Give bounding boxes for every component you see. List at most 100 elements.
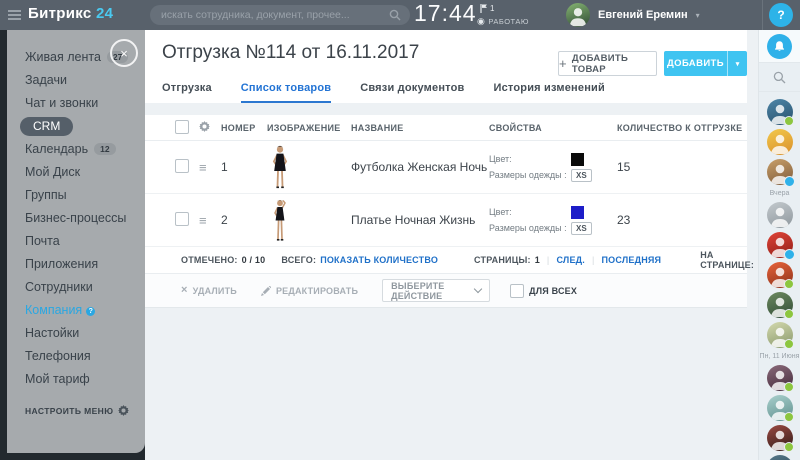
online-status-dot bbox=[783, 309, 794, 319]
bell-icon bbox=[775, 40, 784, 51]
chat-avatar[interactable] bbox=[766, 292, 794, 319]
last-page-link[interactable]: ПОСЛЕДНЯЯ bbox=[602, 255, 662, 265]
product-name[interactable]: Платье Ночная Жизнь bbox=[351, 213, 489, 227]
show-count-link[interactable]: ПОКАЗАТЬ КОЛИЧЕСТВО bbox=[320, 255, 438, 265]
grid-settings-gear-icon[interactable] bbox=[199, 121, 210, 132]
chat-avatar[interactable] bbox=[766, 425, 794, 452]
rail-search-button[interactable] bbox=[759, 63, 800, 92]
for-all-checkbox-group[interactable]: ДЛЯ ВСЕХ bbox=[510, 283, 577, 298]
select-all-checkbox[interactable] bbox=[175, 119, 189, 134]
sidebar-item-employees[interactable]: Сотрудники bbox=[7, 276, 145, 299]
column-header-properties[interactable]: СВОЙСТВА bbox=[489, 123, 617, 133]
sidebar-item-settings[interactable]: Настойки bbox=[7, 322, 145, 345]
table-row[interactable]: ≡ 2 Платье Ночная Жизнь Цвет: Размеры од… bbox=[145, 194, 747, 247]
size-badge: XS bbox=[571, 221, 592, 235]
right-rail: Вчера Пн, 11 Июня bbox=[758, 30, 800, 460]
action-select[interactable]: ВЫБЕРИТЕ ДЕЙСТВИЕ bbox=[382, 279, 491, 302]
sidebar-item-my-drive[interactable]: Мой Диск bbox=[7, 161, 145, 184]
add-product-button[interactable]: + ДОБАВИТЬ ТОВАР bbox=[558, 51, 657, 76]
sidebar-item-mail[interactable]: Почта bbox=[7, 230, 145, 253]
sidebar-backdrop: × Живая лента 27 Задачи Чат и звонки CRM … bbox=[0, 30, 145, 460]
sidebar-item-my-plan[interactable]: Мой тариф bbox=[7, 368, 145, 391]
menu-hamburger-icon[interactable] bbox=[8, 10, 21, 20]
size-label: Размеры одежды : bbox=[489, 223, 567, 233]
tab-product-list[interactable]: Список товаров bbox=[240, 82, 332, 103]
sidebar-item-crm[interactable]: CRM bbox=[7, 115, 145, 138]
user-profile[interactable]: Евгений Еремин ▾ bbox=[566, 0, 700, 30]
add-button-dropdown[interactable]: ▾ bbox=[727, 51, 747, 76]
table-row[interactable]: ≡ 1 Футболка Женская Ночь Цвет: Размеры … bbox=[145, 141, 747, 194]
column-header-number[interactable]: НОМЕР bbox=[221, 123, 267, 133]
chat-avatar[interactable] bbox=[766, 455, 793, 460]
next-page-link[interactable]: СЛЕД. bbox=[556, 255, 585, 265]
flag-count: 1 bbox=[490, 4, 495, 13]
pencil-icon bbox=[260, 285, 271, 296]
delete-icon: × bbox=[181, 284, 188, 296]
chat-avatar[interactable] bbox=[766, 322, 794, 349]
chat-avatar[interactable] bbox=[766, 159, 795, 187]
sidebar-item-tasks[interactable]: Задачи bbox=[7, 69, 145, 92]
work-status[interactable]: ◉ РАБОТАЮ bbox=[477, 17, 529, 27]
online-status-dot bbox=[783, 116, 794, 126]
plus-icon: + bbox=[559, 56, 567, 71]
topbar-divider bbox=[762, 0, 763, 30]
page-title: Отгрузка №114 от 16.11.2017 bbox=[162, 42, 420, 63]
color-label: Цвет: bbox=[489, 207, 512, 217]
row-checkbox[interactable] bbox=[175, 211, 189, 226]
chat-avatar[interactable] bbox=[766, 232, 795, 260]
sidebar-item-groups[interactable]: Группы bbox=[7, 184, 145, 207]
delete-button[interactable]: × УДАЛИТЬ bbox=[181, 285, 237, 296]
help-button[interactable]: ? bbox=[769, 3, 793, 27]
sidebar-item-chat[interactable]: Чат и звонки bbox=[7, 92, 145, 115]
chat-avatar[interactable] bbox=[766, 262, 794, 289]
chat-avatar[interactable] bbox=[766, 99, 794, 126]
add-split-button[interactable]: ДОБАВИТЬ ▾ bbox=[664, 51, 747, 76]
configure-menu-button[interactable]: НАСТРОИТЬ МЕНЮ bbox=[7, 405, 145, 416]
tab-shipment[interactable]: Отгрузка bbox=[162, 82, 212, 103]
user-name: Евгений Еремин bbox=[598, 9, 688, 21]
sidebar-close-button[interactable]: × bbox=[110, 39, 138, 67]
current-page: 1 bbox=[534, 255, 540, 265]
drag-handle-icon[interactable]: ≡ bbox=[199, 160, 221, 175]
product-image[interactable] bbox=[267, 198, 351, 243]
for-all-checkbox[interactable] bbox=[510, 283, 525, 298]
edit-button[interactable]: РЕДАКТИРОВАТЬ bbox=[260, 285, 358, 296]
drag-handle-icon[interactable]: ≡ bbox=[199, 213, 221, 228]
work-clock[interactable]: 17:44 bbox=[414, 0, 477, 27]
app-logo[interactable]: Битрикс 24 bbox=[28, 5, 113, 22]
grid-pagination: ОТМЕЧЕНО: 0 / 10 ВСЕГО: ПОКАЗАТЬ КОЛИЧЕС… bbox=[145, 247, 800, 274]
chevron-down-icon: ▾ bbox=[735, 60, 740, 68]
product-image[interactable] bbox=[267, 145, 351, 190]
tab-document-links[interactable]: Связи документов bbox=[360, 82, 464, 103]
sidebar-item-apps[interactable]: Приложения bbox=[7, 253, 145, 276]
planner-flag[interactable]: 1 bbox=[480, 4, 494, 13]
column-header-name[interactable]: НАЗВАНИЕ bbox=[351, 123, 489, 133]
sidebar-item-company[interactable]: Компания? bbox=[7, 299, 145, 322]
grid-header-row: НОМЕР ИЗОБРАЖЕНИЕ НАЗВАНИЕ СВОЙСТВА КОЛИ… bbox=[145, 115, 747, 141]
sidebar-item-business-processes[interactable]: Бизнес-процессы bbox=[7, 207, 145, 230]
app-badge bbox=[783, 176, 795, 187]
sidebar-item-calendar[interactable]: Календарь 12 bbox=[7, 138, 145, 161]
search-input[interactable] bbox=[159, 8, 389, 22]
notifications-button[interactable] bbox=[767, 33, 792, 59]
product-name[interactable]: Футболка Женская Ночь bbox=[351, 160, 489, 174]
chat-avatar[interactable] bbox=[766, 365, 794, 392]
chat-avatar[interactable] bbox=[766, 129, 793, 155]
column-header-quantity[interactable]: КОЛИЧЕСТВО К ОТГРУЗКЕ bbox=[617, 123, 747, 133]
row-checkbox[interactable] bbox=[175, 158, 189, 173]
chat-avatar[interactable] bbox=[766, 395, 794, 422]
size-label: Размеры одежды : bbox=[489, 170, 567, 180]
column-header-image[interactable]: ИЗОБРАЖЕНИЕ bbox=[267, 123, 351, 133]
color-swatch bbox=[571, 152, 584, 166]
tab-bar: Отгрузка Список товаров Связи документов… bbox=[162, 82, 605, 103]
date-separator: Вчера bbox=[769, 190, 790, 197]
active-item-pill: CRM bbox=[20, 117, 74, 136]
total-counter: ВСЕГО: ПОКАЗАТЬ КОЛИЧЕСТВО bbox=[281, 255, 439, 265]
sidebar-item-telephony[interactable]: Телефония bbox=[7, 345, 145, 368]
row-number: 1 bbox=[221, 160, 228, 174]
chat-avatar[interactable] bbox=[766, 202, 793, 228]
main-content: Отгрузка №114 от 16.11.2017 + ДОБАВИТЬ Т… bbox=[145, 30, 800, 460]
global-search[interactable] bbox=[150, 5, 410, 25]
tab-history[interactable]: История изменений bbox=[494, 82, 605, 103]
color-swatch bbox=[571, 205, 584, 219]
